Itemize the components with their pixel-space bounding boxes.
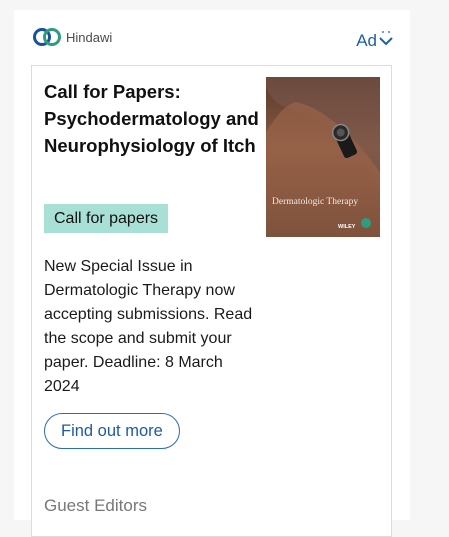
journal-cover-image[interactable]: Dermatologic Therapy WILEY	[266, 77, 380, 237]
call-for-papers-tag: Call for papers	[44, 204, 169, 233]
cover-hindawi-logo-icon	[361, 218, 371, 228]
hindawi-logo-icon	[33, 28, 61, 46]
ad-label: Ad	[356, 31, 377, 50]
card-description: New Special Issue in Dermatologic Therap…	[44, 258, 253, 395]
chevron-down-icon	[379, 31, 393, 46]
find-out-more-button[interactable]: Find out more	[44, 413, 180, 449]
adchoices-button[interactable]: Ad	[356, 30, 394, 52]
brand-logo-link[interactable]: Hindawi	[32, 26, 112, 48]
cover-publisher: WILEY	[338, 224, 356, 230]
cover-title: Dermatologic Therapy	[272, 197, 359, 207]
ad-card[interactable]: Call for Papers: Psychodermatology and N…	[31, 65, 392, 537]
brand-name: Hindawi	[66, 29, 113, 45]
cover-illustration-icon	[266, 77, 380, 237]
ad-container: Hindawi Ad Call for Papers: Psychodermat…	[14, 10, 410, 537]
guest-editors-heading: Guest Editors	[44, 496, 147, 515]
card-title[interactable]: Call for Papers: Psychodermatology and N…	[44, 78, 262, 159]
